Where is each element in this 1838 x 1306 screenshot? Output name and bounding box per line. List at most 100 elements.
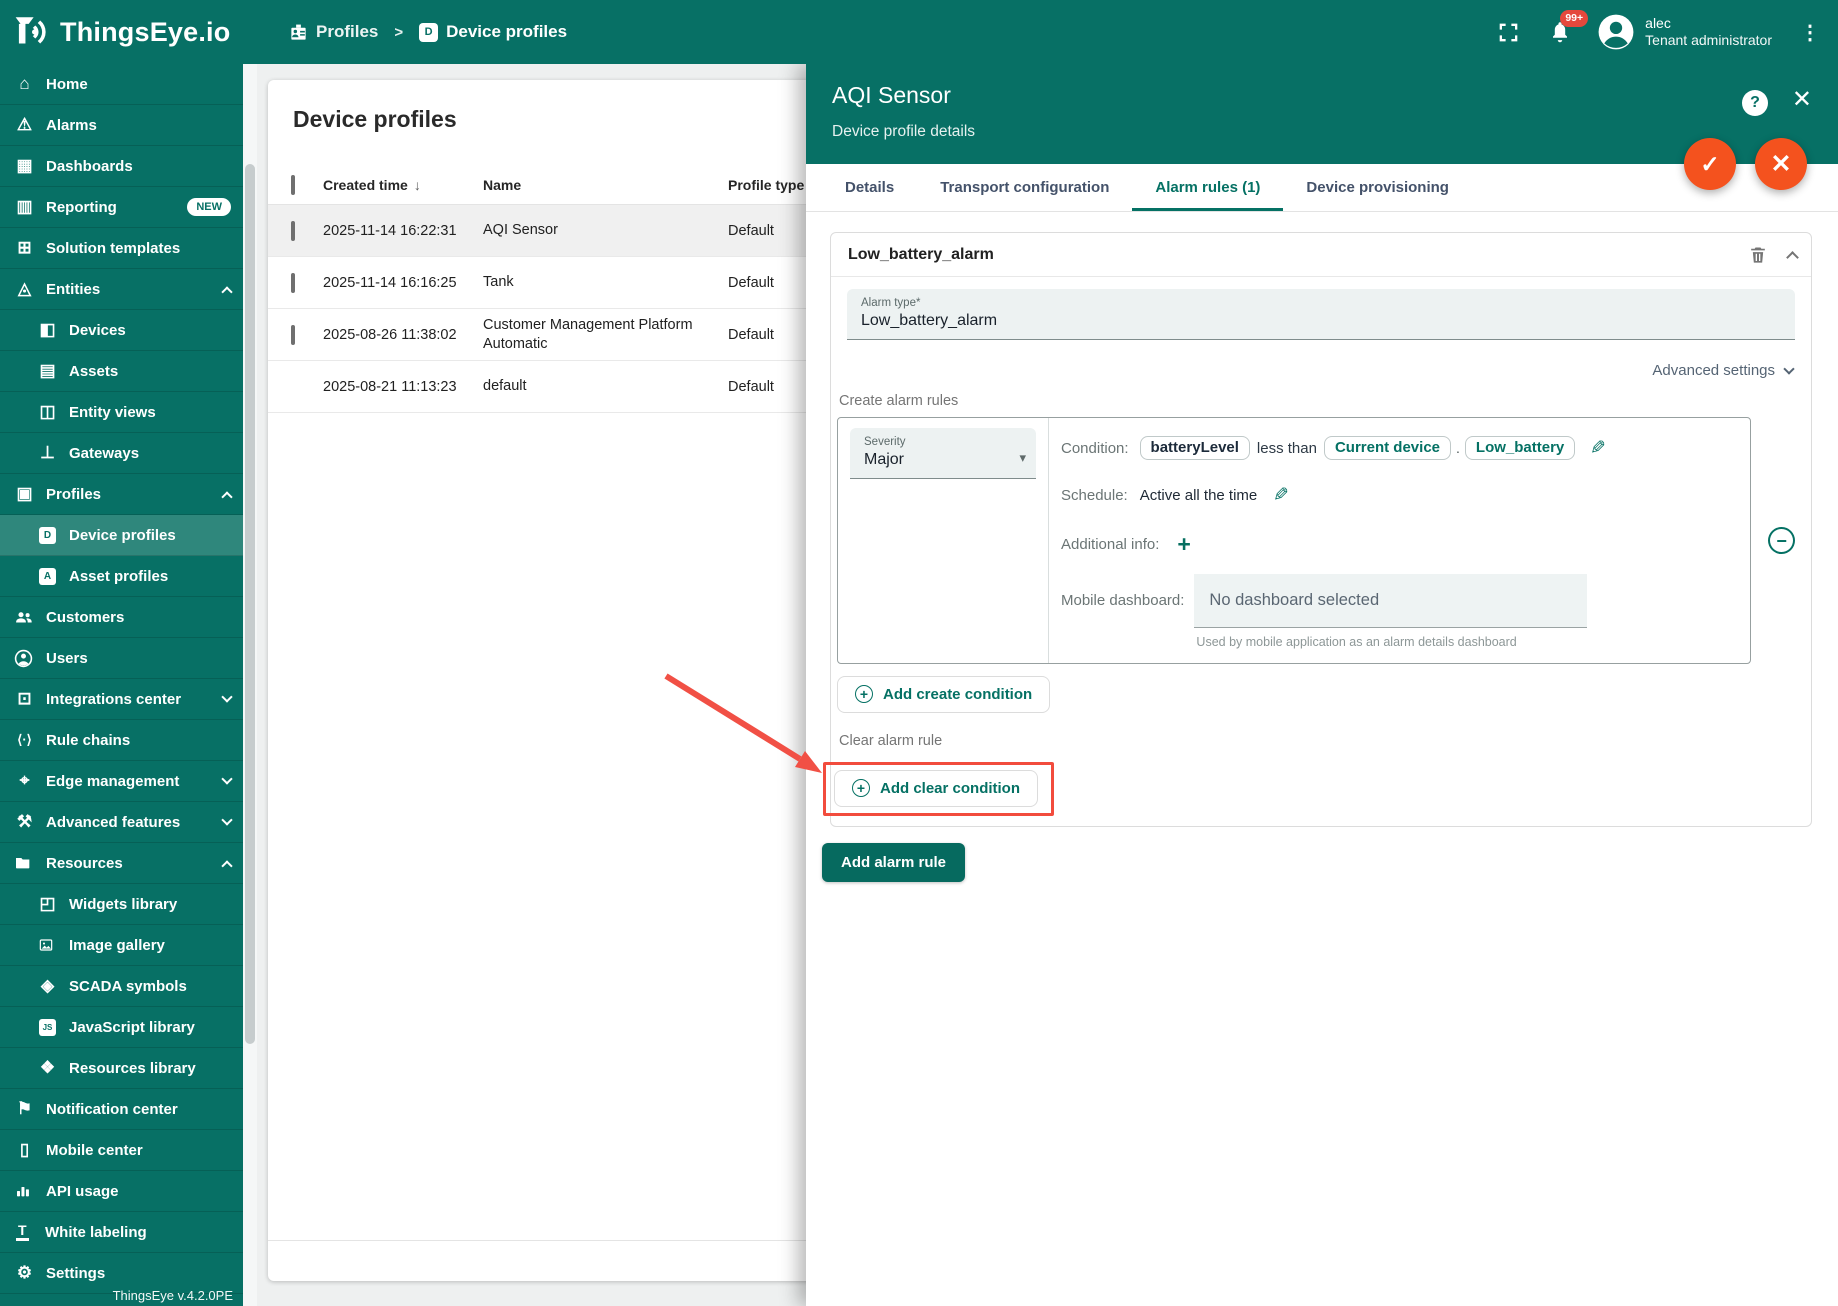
breadcrumb-device-profiles[interactable]: D Device profiles [419, 22, 567, 42]
additional-info-label: Additional info: [1061, 536, 1159, 553]
advanced-settings-toggle[interactable]: Advanced settings [837, 362, 1793, 379]
condition-key-chip: batteryLevel [1140, 436, 1250, 460]
app-version: ThingsEye v.4.2.0PE [113, 1288, 233, 1303]
column-header-profile-type[interactable]: Profile type [713, 177, 804, 193]
sidebar-item-widgets-library[interactable]: ◰Widgets library [0, 884, 243, 925]
sidebar-item-notification-center[interactable]: ⚑Notification center [0, 1089, 243, 1130]
sidebar-item-devices[interactable]: ◧Devices [0, 310, 243, 351]
sidebar-item-profiles[interactable]: ▣Profiles [0, 474, 243, 515]
fullscreen-button[interactable] [1493, 17, 1523, 47]
rule-details-column: Condition: batteryLevel less than Curren… [1049, 418, 1750, 663]
sidebar-item-solution-templates[interactable]: ⊞Solution templates [0, 228, 243, 269]
row-checkbox[interactable] [291, 273, 295, 293]
alarm-type-field[interactable]: Alarm type* Low_battery_alarm [847, 289, 1795, 340]
tab-device-provisioning[interactable]: Device provisioning [1283, 164, 1472, 211]
advanced-features-icon: ⚒ [14, 812, 35, 832]
device-profile-badge-icon: D [419, 23, 438, 42]
close-drawer-icon[interactable]: ✕ [1792, 88, 1812, 112]
sidebar-item-white-labeling[interactable]: TWhite labeling [0, 1212, 243, 1253]
avatar [1597, 13, 1635, 51]
table-row[interactable]: 2025-08-21 11:13:23 default Default [268, 361, 850, 413]
schedule-value: Active all the time [1140, 487, 1258, 504]
sidebar-item-image-gallery[interactable]: Image gallery [0, 925, 243, 966]
profiles-icon: ▣ [14, 484, 35, 504]
sidebar-item-javascript-library[interactable]: JSJavaScript library [0, 1007, 243, 1048]
add-alarm-rule-button[interactable]: Add alarm rule [822, 843, 965, 882]
sidebar-item-assets[interactable]: ▤Assets [0, 351, 243, 392]
expand-chevron-icon [1783, 363, 1794, 374]
column-header-created-time[interactable]: Created time↓ [323, 177, 483, 193]
sidebar-item-device-profiles[interactable]: DDevice profiles [0, 515, 243, 556]
notification-count-badge: 99+ [1560, 10, 1588, 27]
sidebar-item-entity-views[interactable]: ◫Entity views [0, 392, 243, 433]
sidebar-item-advanced-features[interactable]: ⚒Advanced features [0, 802, 243, 843]
user-name: alec [1645, 15, 1772, 33]
reporting-icon: ▥ [14, 197, 35, 217]
discard-changes-fab[interactable]: ✕ [1755, 138, 1807, 190]
top-header-bar: ThingsEye.io Profiles > D Device profile… [0, 0, 1838, 64]
sidebar-item-customers[interactable]: Customers [0, 597, 243, 638]
tab-transport-configuration[interactable]: Transport configuration [917, 164, 1132, 211]
sidebar-item-resources[interactable]: Resources [0, 843, 243, 884]
sidebar-item-edge-management[interactable]: ⌖Edge management [0, 761, 243, 802]
sidebar-scrollbar[interactable] [243, 64, 257, 1306]
tab-alarm-rules[interactable]: Alarm rules (1) [1132, 164, 1283, 211]
delete-alarm-icon[interactable] [1748, 245, 1768, 265]
row-checkbox[interactable] [291, 221, 295, 241]
more-menu-icon[interactable]: ⋮ [1800, 20, 1820, 45]
sidebar-item-entities[interactable]: ◬Entities [0, 269, 243, 310]
expand-chevron-icon [221, 773, 232, 784]
sidebar-item-scada-symbols[interactable]: ◈SCADA symbols [0, 966, 243, 1007]
tab-details[interactable]: Details [822, 164, 917, 211]
expand-chevron-icon [221, 691, 232, 702]
sidebar-item-mobile-center[interactable]: ▯Mobile center [0, 1130, 243, 1171]
edit-schedule-icon[interactable]: ✎ [1273, 484, 1289, 507]
create-alarm-rules-label: Create alarm rules [839, 393, 1795, 409]
user-role: Tenant administrator [1645, 32, 1772, 50]
collapse-alarm-chevron-icon[interactable] [1786, 251, 1799, 264]
sidebar-item-users[interactable]: Users [0, 638, 243, 679]
remove-condition-button[interactable]: − [1768, 527, 1795, 554]
drawer-tabs: Details Transport configuration Alarm ru… [806, 164, 1838, 212]
resources-library-icon: ❖ [37, 1058, 58, 1078]
apply-changes-fab[interactable]: ✓ [1684, 138, 1736, 190]
image-gallery-icon [37, 937, 58, 953]
sidebar-item-api-usage[interactable]: API usage [0, 1171, 243, 1212]
add-clear-condition-button[interactable]: + Add clear condition [834, 770, 1038, 807]
device-profiles-icon: D [39, 527, 56, 544]
table-row[interactable]: 2025-11-14 16:22:31 AQI Sensor Default [268, 205, 850, 257]
page-title: Device profiles [268, 80, 850, 133]
add-create-condition-button[interactable]: + Add create condition [837, 676, 1050, 713]
severity-select[interactable]: Severity Major ▾ [850, 428, 1036, 479]
select-all-checkbox[interactable] [291, 175, 295, 195]
breadcrumb-profiles[interactable]: Profiles [289, 22, 378, 42]
device-profile-details-drawer: AQI Sensor Device profile details ? ✕ ✓ … [806, 64, 1838, 1306]
entities-icon: ◬ [14, 279, 35, 299]
sidebar-item-integrations-center[interactable]: ⊡Integrations center [0, 679, 243, 720]
table-row[interactable]: 2025-11-14 16:16:25 Tank Default [268, 257, 850, 309]
user-menu[interactable]: alec Tenant administrator [1597, 13, 1772, 51]
mobile-dashboard-select[interactable]: No dashboard selected [1194, 574, 1587, 628]
add-additional-info-icon[interactable]: + [1177, 533, 1190, 556]
edit-condition-icon[interactable]: ✎ [1590, 437, 1606, 460]
app-logo[interactable]: ThingsEye.io [0, 14, 243, 50]
sidebar-item-rule-chains[interactable]: ⟨·⟩Rule chains [0, 720, 243, 761]
sidebar-item-gateways[interactable]: ⊥Gateways [0, 433, 243, 474]
sidebar-item-asset-profiles[interactable]: AAsset profiles [0, 556, 243, 597]
notifications-button[interactable]: 99+ [1545, 17, 1575, 47]
resources-folder-icon [14, 855, 35, 871]
sidebar-item-alarms[interactable]: ⚠Alarms [0, 105, 243, 146]
sidebar-item-dashboards[interactable]: ▦Dashboards [0, 146, 243, 187]
sidebar-item-resources-library[interactable]: ❖Resources library [0, 1048, 243, 1089]
table-row[interactable]: 2025-08-26 11:38:02 Customer Management … [268, 309, 850, 361]
collapse-chevron-icon [221, 286, 232, 297]
row-checkbox[interactable] [291, 325, 295, 345]
sidebar-scrollbar-thumb[interactable] [245, 164, 255, 1044]
sidebar-item-reporting[interactable]: ▥ReportingNEW [0, 187, 243, 228]
column-header-name[interactable]: Name [483, 177, 713, 193]
notification-center-icon: ⚑ [14, 1099, 35, 1119]
help-button[interactable]: ? [1742, 90, 1768, 116]
solution-templates-icon: ⊞ [14, 238, 35, 258]
sidebar-item-home[interactable]: ⌂Home [0, 64, 243, 105]
condition-value-chip: Low_battery [1465, 436, 1575, 460]
